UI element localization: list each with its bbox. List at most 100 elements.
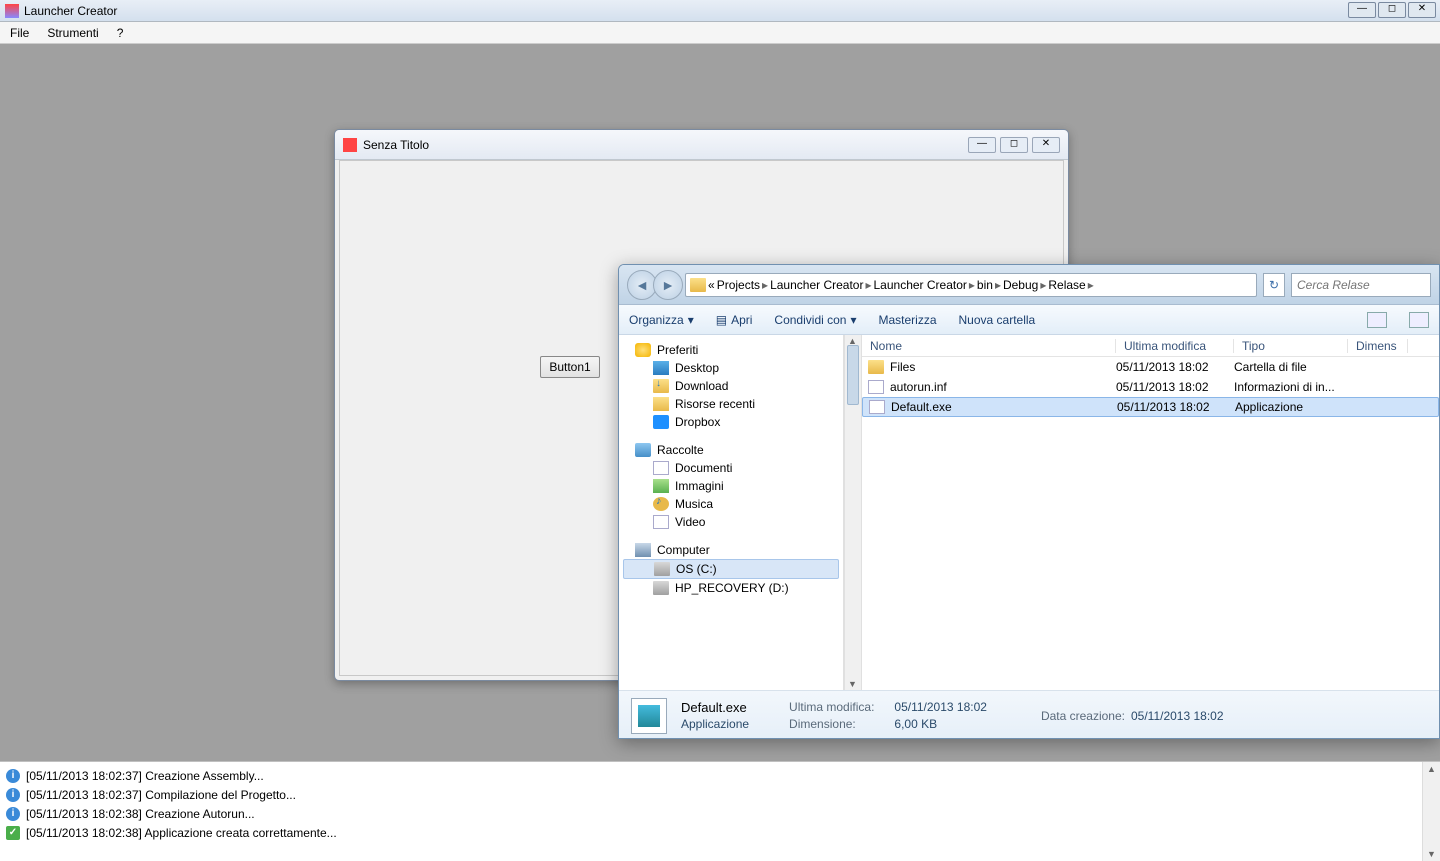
nav-video[interactable]: Video (619, 513, 843, 531)
info-icon: i (6, 788, 20, 802)
document-icon (653, 461, 669, 475)
file-list: Nome Ultima modifica Tipo Dimens Files 0… (862, 335, 1439, 690)
menu-bar: File Strumenti ? (0, 22, 1440, 44)
folder-icon (868, 360, 884, 374)
details-mod-label: Ultima modifica: (789, 700, 874, 715)
open-button[interactable]: ▤ Apri (716, 313, 753, 327)
details-size-value: 6,00 KB (894, 717, 987, 731)
breadcrumb-item[interactable]: Launcher Creator (874, 278, 967, 292)
file-row-autorun[interactable]: autorun.inf 05/11/2013 18:02 Informazion… (862, 377, 1439, 397)
file-list-header: Nome Ultima modifica Tipo Dimens (862, 335, 1439, 357)
log-scrollbar[interactable]: ▲▼ (1422, 762, 1440, 861)
log-entry[interactable]: i[05/11/2013 18:02:37] Creazione Assembl… (6, 766, 1434, 785)
design-canvas: Senza Titolo — ◻ ✕ Button1 ◄ ► « Project… (0, 44, 1440, 761)
details-pane: Default.exe Ultima modifica: 05/11/2013 … (619, 690, 1439, 739)
form-title: Senza Titolo (363, 138, 429, 152)
column-modified[interactable]: Ultima modifica (1116, 339, 1234, 353)
nav-recent[interactable]: Risorse recenti (619, 395, 843, 413)
recent-icon (653, 397, 669, 411)
app-icon (5, 4, 19, 18)
address-breadcrumb[interactable]: « Projects▸ Launcher Creator▸ Launcher C… (685, 273, 1257, 297)
column-size[interactable]: Dimens (1348, 339, 1408, 353)
menu-help[interactable]: ? (117, 26, 124, 40)
nav-music[interactable]: Musica (619, 495, 843, 513)
details-icon (631, 698, 667, 734)
preview-pane-button[interactable] (1409, 312, 1429, 328)
organize-button[interactable]: Organizza ▾ (629, 313, 694, 327)
image-icon (653, 479, 669, 493)
breadcrumb-prefix: « (708, 278, 715, 292)
share-button[interactable]: Condividi con ▾ (774, 313, 856, 327)
form-minimize-button[interactable]: — (968, 137, 996, 153)
burn-button[interactable]: Masterizza (879, 313, 937, 327)
navigation-pane: Preferiti Desktop Download Risorse recen… (619, 335, 844, 690)
nav-dropbox[interactable]: Dropbox (619, 413, 843, 431)
details-created-value: 05/11/2013 18:02 (1131, 709, 1224, 723)
success-icon: ✓ (6, 826, 20, 840)
view-mode-button[interactable] (1367, 312, 1387, 328)
details-created-label: Data creazione: (1041, 709, 1125, 723)
details-filename: Default.exe (681, 700, 749, 715)
log-entry[interactable]: i[05/11/2013 18:02:37] Compilazione del … (6, 785, 1434, 804)
app-title: Launcher Creator (24, 4, 117, 18)
menu-file[interactable]: File (10, 26, 29, 40)
form-close-button[interactable]: ✕ (1032, 137, 1060, 153)
exe-icon (869, 400, 885, 414)
nav-favorites-header[interactable]: Preferiti (619, 341, 843, 359)
log-entry[interactable]: i[05/11/2013 18:02:38] Creazione Autorun… (6, 804, 1434, 823)
breadcrumb-item[interactable]: Launcher Creator (770, 278, 863, 292)
file-icon (868, 380, 884, 394)
search-input[interactable] (1291, 273, 1431, 297)
column-name[interactable]: Nome (862, 339, 1116, 353)
nav-computer-header[interactable]: Computer (619, 541, 843, 559)
log-entry[interactable]: ✓[05/11/2013 18:02:38] Applicazione crea… (6, 823, 1434, 842)
nav-libraries-header[interactable]: Raccolte (619, 441, 843, 459)
button1[interactable]: Button1 (540, 356, 600, 378)
drive-icon (654, 562, 670, 576)
star-icon (635, 343, 651, 357)
explorer-toolbar: Organizza ▾ ▤ Apri Condividi con ▾ Maste… (619, 305, 1439, 335)
refresh-button[interactable]: ↻ (1263, 273, 1285, 297)
menu-tools[interactable]: Strumenti (47, 26, 98, 40)
breadcrumb-item[interactable]: Relase (1048, 278, 1085, 292)
nav-desktop[interactable]: Desktop (619, 359, 843, 377)
file-row-folder[interactable]: Files 05/11/2013 18:02 Cartella di file (862, 357, 1439, 377)
form-icon (343, 138, 357, 152)
nav-images[interactable]: Immagini (619, 477, 843, 495)
drive-icon (653, 581, 669, 595)
details-mod-value: 05/11/2013 18:02 (894, 700, 987, 715)
close-button[interactable]: ✕ (1408, 2, 1436, 18)
download-icon (653, 379, 669, 393)
form-maximize-button[interactable]: ◻ (1000, 137, 1028, 153)
folder-icon (690, 278, 706, 292)
navpane-scrollbar[interactable]: ▲▼ (844, 335, 862, 690)
nav-documents[interactable]: Documenti (619, 459, 843, 477)
app-titlebar: Launcher Creator — ◻ ✕ (0, 0, 1440, 22)
design-form-titlebar[interactable]: Senza Titolo — ◻ ✕ (335, 130, 1068, 160)
info-icon: i (6, 807, 20, 821)
nav-forward-button[interactable]: ► (653, 270, 683, 300)
minimize-button[interactable]: — (1348, 2, 1376, 18)
video-icon (653, 515, 669, 529)
nav-download[interactable]: Download (619, 377, 843, 395)
desktop-icon (653, 361, 669, 375)
details-size-label: Dimensione: (789, 717, 874, 731)
info-icon: i (6, 769, 20, 783)
nav-drive-c[interactable]: OS (C:) (623, 559, 839, 579)
breadcrumb-item[interactable]: Projects (717, 278, 760, 292)
column-type[interactable]: Tipo (1234, 339, 1348, 353)
computer-icon (635, 543, 651, 557)
file-row-default-exe[interactable]: Default.exe 05/11/2013 18:02 Applicazion… (862, 397, 1439, 417)
dropbox-icon (653, 415, 669, 429)
breadcrumb-item[interactable]: bin (977, 278, 993, 292)
new-folder-button[interactable]: Nuova cartella (959, 313, 1036, 327)
libraries-icon (635, 443, 651, 457)
details-filetype: Applicazione (681, 717, 749, 731)
explorer-nav-bar: ◄ ► « Projects▸ Launcher Creator▸ Launch… (619, 265, 1439, 305)
breadcrumb-item[interactable]: Debug (1003, 278, 1038, 292)
nav-drive-d[interactable]: HP_RECOVERY (D:) (619, 579, 843, 597)
log-panel: i[05/11/2013 18:02:37] Creazione Assembl… (0, 761, 1440, 861)
music-icon (653, 497, 669, 511)
maximize-button[interactable]: ◻ (1378, 2, 1406, 18)
explorer-window[interactable]: ◄ ► « Projects▸ Launcher Creator▸ Launch… (618, 264, 1440, 739)
